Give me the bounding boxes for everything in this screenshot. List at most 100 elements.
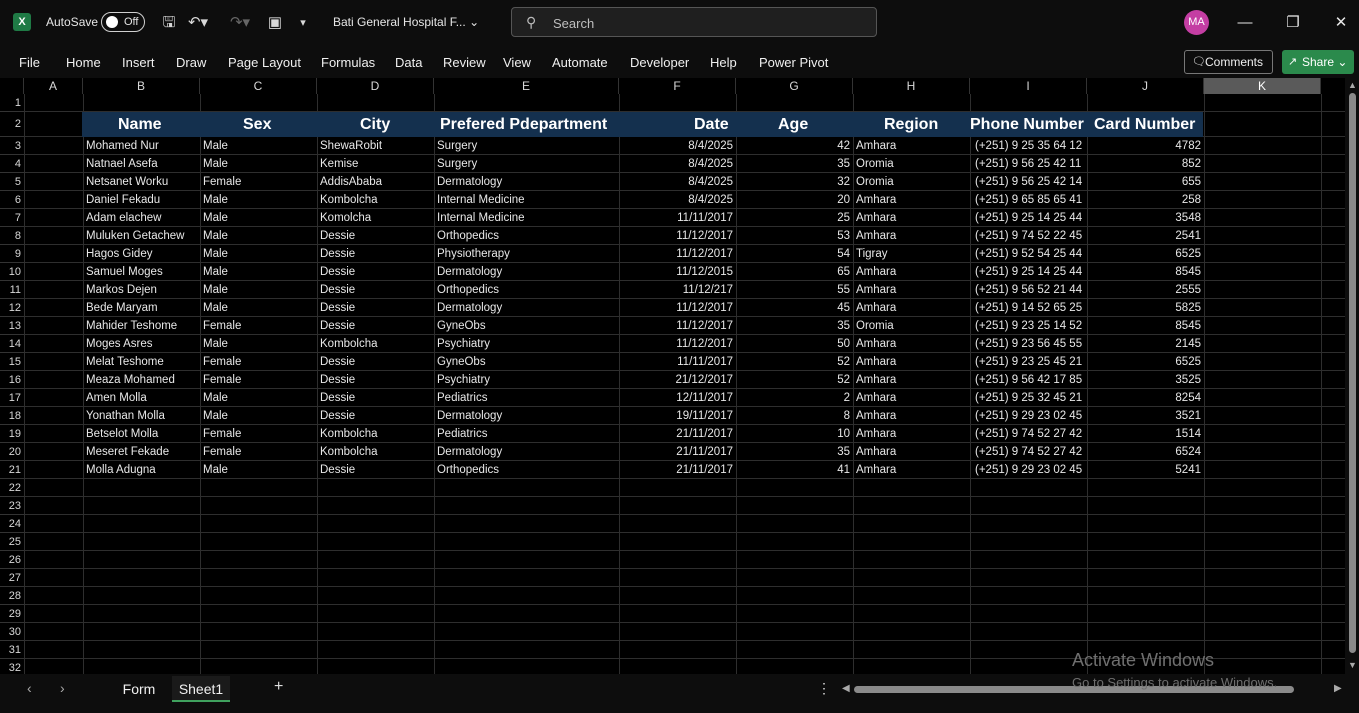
- row-header[interactable]: 31: [0, 641, 24, 659]
- cell-sex[interactable]: Male: [203, 407, 228, 425]
- row-header[interactable]: 2: [0, 112, 24, 137]
- cell-city[interactable]: Dessie: [320, 227, 355, 245]
- comments-button[interactable]: 🗨 Comments: [1184, 50, 1273, 74]
- cell-region[interactable]: Oromia: [856, 317, 894, 335]
- cell-name[interactable]: Netsanet Worku: [86, 173, 168, 191]
- cell-date[interactable]: 11/12/2015: [623, 263, 733, 281]
- header-region[interactable]: Region: [884, 112, 938, 137]
- search-input[interactable]: ⚲ Search: [511, 7, 877, 37]
- cell-department[interactable]: Physiotherapy: [437, 245, 510, 263]
- cell-age[interactable]: 45: [740, 299, 850, 317]
- cell-phone[interactable]: (+251) 9 25 32 45 21: [975, 389, 1082, 407]
- cell-card-number[interactable]: 655: [1091, 173, 1201, 191]
- cell-region[interactable]: Amhara: [856, 263, 896, 281]
- header-phone[interactable]: Phone Number: [970, 112, 1084, 137]
- header-date[interactable]: Date: [694, 112, 729, 137]
- cell-date[interactable]: 19/11/2017: [623, 407, 733, 425]
- cell-date[interactable]: 21/11/2017: [623, 443, 733, 461]
- row-header[interactable]: 19: [0, 425, 24, 443]
- cell-date[interactable]: 8/4/2025: [623, 173, 733, 191]
- column-header-g[interactable]: G: [736, 78, 853, 94]
- cell-name[interactable]: Betselot Molla: [86, 425, 158, 443]
- cell-department[interactable]: Surgery: [437, 155, 477, 173]
- cell-age[interactable]: 8: [740, 407, 850, 425]
- cell-region[interactable]: Amhara: [856, 443, 896, 461]
- cell-card-number[interactable]: 2555: [1091, 281, 1201, 299]
- restore-icon[interactable]: ❐: [1282, 12, 1304, 34]
- row-header[interactable]: 8: [0, 227, 24, 245]
- cell-region[interactable]: Amhara: [856, 335, 896, 353]
- cell-department[interactable]: Orthopedics: [437, 281, 499, 299]
- tab-home[interactable]: Home: [66, 55, 101, 70]
- tab-insert[interactable]: Insert: [122, 55, 155, 70]
- cell-age[interactable]: 35: [740, 443, 850, 461]
- cell-phone[interactable]: (+251) 9 74 52 22 45: [975, 227, 1082, 245]
- cell-name[interactable]: Moges Asres: [86, 335, 152, 353]
- cell-sex[interactable]: Male: [203, 461, 228, 479]
- cell-card-number[interactable]: 6525: [1091, 353, 1201, 371]
- tab-data[interactable]: Data: [395, 55, 422, 70]
- cell-phone[interactable]: (+251) 9 74 52 27 42: [975, 443, 1082, 461]
- cell-sex[interactable]: Female: [203, 371, 241, 389]
- cell-region[interactable]: Amhara: [856, 227, 896, 245]
- cell-sex[interactable]: Male: [203, 245, 228, 263]
- cell-sex[interactable]: Male: [203, 335, 228, 353]
- cell-age[interactable]: 25: [740, 209, 850, 227]
- cell-age[interactable]: 54: [740, 245, 850, 263]
- cell-name[interactable]: Yonathan Molla: [86, 407, 165, 425]
- cell-name[interactable]: Mohamed Nur: [86, 137, 159, 155]
- header-age[interactable]: Age: [778, 112, 808, 137]
- row-header[interactable]: 10: [0, 263, 24, 281]
- row-header[interactable]: 18: [0, 407, 24, 425]
- cell-city[interactable]: ShewaRobit: [320, 137, 382, 155]
- tab-draw[interactable]: Draw: [176, 55, 206, 70]
- cell-age[interactable]: 2: [740, 389, 850, 407]
- row-header[interactable]: 27: [0, 569, 24, 587]
- column-header-f[interactable]: F: [619, 78, 736, 94]
- camera-icon[interactable]: ▣: [265, 12, 285, 34]
- header-name[interactable]: Name: [118, 112, 162, 137]
- cell-phone[interactable]: (+251) 9 25 14 25 44: [975, 209, 1082, 227]
- cell-city[interactable]: Dessie: [320, 281, 355, 299]
- cell-date[interactable]: 11/11/2017: [623, 209, 733, 227]
- cell-age[interactable]: 52: [740, 353, 850, 371]
- cell-city[interactable]: Dessie: [320, 407, 355, 425]
- cell-sex[interactable]: Female: [203, 443, 241, 461]
- cell-date[interactable]: 11/12/2017: [623, 227, 733, 245]
- cell-date[interactable]: 21/12/2017: [623, 371, 733, 389]
- sheet-tab-sheet1[interactable]: Sheet1: [172, 676, 230, 702]
- cell-city[interactable]: Dessie: [320, 245, 355, 263]
- cell-name[interactable]: Natnael Asefa: [86, 155, 158, 173]
- cell-name[interactable]: Melat Teshome: [86, 353, 164, 371]
- row-header[interactable]: 20: [0, 443, 24, 461]
- cell-age[interactable]: 53: [740, 227, 850, 245]
- column-header-c[interactable]: C: [200, 78, 317, 94]
- cell-card-number[interactable]: 258: [1091, 191, 1201, 209]
- row-header[interactable]: 14: [0, 335, 24, 353]
- redo-icon[interactable]: ↷▾: [227, 12, 253, 34]
- cell-department[interactable]: Internal Medicine: [437, 209, 525, 227]
- cell-city[interactable]: Dessie: [320, 317, 355, 335]
- row-header[interactable]: 11: [0, 281, 24, 299]
- column-header-j[interactable]: J: [1087, 78, 1204, 94]
- cell-phone[interactable]: (+251) 9 29 23 02 45: [975, 461, 1082, 479]
- cell-date[interactable]: 11/12/2017: [623, 335, 733, 353]
- row-header[interactable]: 12: [0, 299, 24, 317]
- document-title[interactable]: Bati General Hospital F... ⌄: [333, 15, 479, 29]
- cell-region[interactable]: Amhara: [856, 425, 896, 443]
- add-sheet-icon[interactable]: +: [274, 678, 283, 696]
- cell-card-number[interactable]: 1514: [1091, 425, 1201, 443]
- cell-region[interactable]: Amhara: [856, 353, 896, 371]
- cell-phone[interactable]: (+251) 9 25 14 25 44: [975, 263, 1082, 281]
- cell-date[interactable]: 8/4/2025: [623, 137, 733, 155]
- cell-phone[interactable]: (+251) 9 25 35 64 12: [975, 137, 1082, 155]
- cell-sex[interactable]: Female: [203, 353, 241, 371]
- cell-date[interactable]: 8/4/2025: [623, 191, 733, 209]
- cell-department[interactable]: Psychiatry: [437, 335, 490, 353]
- scroll-left-icon[interactable]: ◀: [842, 683, 850, 694]
- row-header[interactable]: 15: [0, 353, 24, 371]
- cell-department[interactable]: Dermatology: [437, 173, 502, 191]
- column-header-h[interactable]: H: [853, 78, 970, 94]
- minimize-icon[interactable]: —: [1234, 12, 1256, 34]
- cell-phone[interactable]: (+251) 9 52 54 25 44: [975, 245, 1082, 263]
